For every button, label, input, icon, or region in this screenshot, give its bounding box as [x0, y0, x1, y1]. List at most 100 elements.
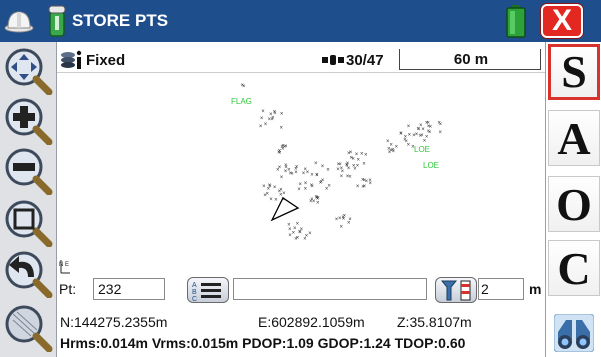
survey-point-marker: × — [261, 109, 265, 115]
survey-point-marker: × — [280, 145, 284, 151]
gps-receiver-icon — [48, 5, 66, 37]
survey-point-marker: × — [321, 164, 325, 170]
pan-zoom-icon[interactable] — [3, 47, 53, 95]
survey-point-marker: × — [364, 153, 368, 159]
survey-point-marker: × — [303, 237, 307, 243]
survey-point-marker: × — [320, 179, 324, 185]
zoom-out-icon[interactable] — [3, 147, 53, 195]
survey-point-marker: × — [356, 184, 360, 190]
hard-hat-icon[interactable] — [4, 6, 34, 36]
survey-point-marker: × — [260, 116, 264, 122]
map-label-flag: FLAG — [231, 97, 252, 106]
survey-point-marker: × — [262, 184, 266, 190]
survey-point-marker: × — [304, 186, 308, 192]
point-plot: ×××××××× ××××××× ××××××××× ××× ×××××××× ×××××… — [59, 83, 443, 274]
survey-point-marker: × — [342, 217, 346, 223]
survey-point-marker: × — [270, 117, 274, 123]
survey-point-marker: × — [327, 184, 331, 190]
survey-points: ×××××××× ××××××× ××××××××× ××× ×××××××× ×××××… — [241, 83, 443, 242]
survey-point-marker: × — [360, 152, 364, 158]
north-arrow-label: N E — [59, 262, 69, 268]
survey-point-marker: × — [350, 156, 354, 162]
zoom-in-icon[interactable] — [3, 97, 53, 145]
survey-point-marker: × — [280, 111, 284, 117]
survey-point-marker: × — [268, 183, 272, 189]
survey-point-marker: × — [280, 175, 284, 181]
average-button[interactable]: A — [548, 110, 600, 166]
survey-point-marker: × — [408, 132, 412, 138]
svg-text:B: B — [192, 289, 197, 296]
survey-point-marker: × — [264, 122, 268, 128]
survey-point-marker: × — [297, 187, 301, 193]
survey-point-marker: × — [407, 124, 411, 130]
satellite-count: 30/47 — [346, 52, 384, 69]
survey-point-marker: × — [326, 168, 330, 174]
survey-point-marker: × — [302, 171, 306, 177]
survey-point-marker: × — [340, 174, 344, 180]
battery-icon — [506, 5, 526, 38]
map-canvas[interactable]: × × × × × × × × × × × × × × × × × × × × × × × × × × × × × × × × × × × × × × × ×… — [57, 73, 545, 275]
code-input[interactable] — [233, 278, 427, 300]
rod-height-input[interactable] — [478, 278, 524, 300]
survey-point-marker: × — [314, 161, 318, 167]
rod-icon — [440, 280, 471, 301]
easting-value: E:602892.1059m — [258, 314, 365, 330]
point-label: Pt: — [59, 281, 77, 297]
survey-point-marker: × — [335, 217, 339, 223]
code-list-button[interactable]: A B C — [187, 277, 229, 303]
north-arrow-icon: N E — [59, 260, 70, 274]
survey-point-marker: × — [296, 222, 300, 228]
survey-point-marker: × — [428, 130, 432, 136]
zoom-previous-icon[interactable] — [3, 250, 53, 298]
survey-point-marker: × — [273, 185, 277, 191]
survey-point-marker: × — [346, 174, 350, 180]
zoom-window-icon[interactable] — [3, 304, 53, 352]
scale-value: 60 m — [453, 51, 489, 68]
survey-point-marker: × — [340, 166, 344, 172]
survey-point-marker: × — [310, 184, 314, 190]
survey-point-marker: × — [306, 170, 310, 176]
svg-text:C: C — [192, 296, 197, 302]
map-label-loe-1: LOE — [414, 145, 430, 154]
map-label-loe-2: LOE — [423, 161, 439, 170]
survey-point-marker: × — [419, 123, 423, 129]
survey-point-marker: × — [282, 191, 286, 197]
layers-info-icon[interactable] — [60, 49, 84, 71]
title-bar: STORE PTS X — [0, 0, 601, 42]
survey-point-marker: × — [299, 182, 303, 188]
survey-point-marker: × — [310, 172, 314, 178]
survey-point-marker: × — [280, 126, 284, 132]
survey-point-marker: × — [310, 197, 314, 203]
survey-point-marker: × — [274, 197, 278, 203]
survey-point-marker: × — [362, 162, 366, 168]
code-list-icon: A B C — [192, 282, 221, 303]
survey-point-marker: × — [426, 121, 430, 127]
survey-point-marker: × — [340, 225, 344, 231]
survey-point-marker: × — [439, 130, 443, 136]
survey-point-marker: × — [315, 173, 319, 179]
binoculars-icon[interactable] — [554, 314, 594, 352]
continuous-button[interactable]: C — [548, 240, 600, 296]
rod-height-button[interactable] — [435, 277, 477, 303]
survey-point-marker: × — [308, 231, 312, 237]
right-toolbar: S A O C — [545, 42, 601, 357]
survey-point-marker: × — [288, 233, 292, 239]
survey-point-marker: × — [295, 165, 299, 171]
point-number-input[interactable] — [93, 278, 165, 300]
window-title: STORE PTS — [72, 11, 169, 30]
survey-point-marker: × — [346, 161, 350, 167]
northing-value: N:144275.2355m — [60, 314, 168, 330]
quality-readout: Hrms:0.014m Vrms:0.015m PDOP:1.09 GDOP:1… — [60, 335, 466, 351]
close-button[interactable]: X — [541, 4, 583, 38]
survey-point-marker: × — [294, 170, 298, 176]
satellite-icon — [322, 55, 344, 65]
zoom-extent-icon[interactable] — [3, 199, 53, 247]
offset-button[interactable]: O — [548, 176, 600, 232]
point-input-row: Pt: A B C m — [57, 276, 545, 304]
survey-point-marker: × — [296, 236, 300, 242]
survey-point-marker: × — [300, 227, 304, 233]
store-button[interactable]: S — [548, 44, 600, 100]
survey-point-marker: × — [361, 185, 365, 191]
survey-point-marker: × — [284, 169, 288, 175]
scale-bar: 60 m — [399, 49, 541, 70]
